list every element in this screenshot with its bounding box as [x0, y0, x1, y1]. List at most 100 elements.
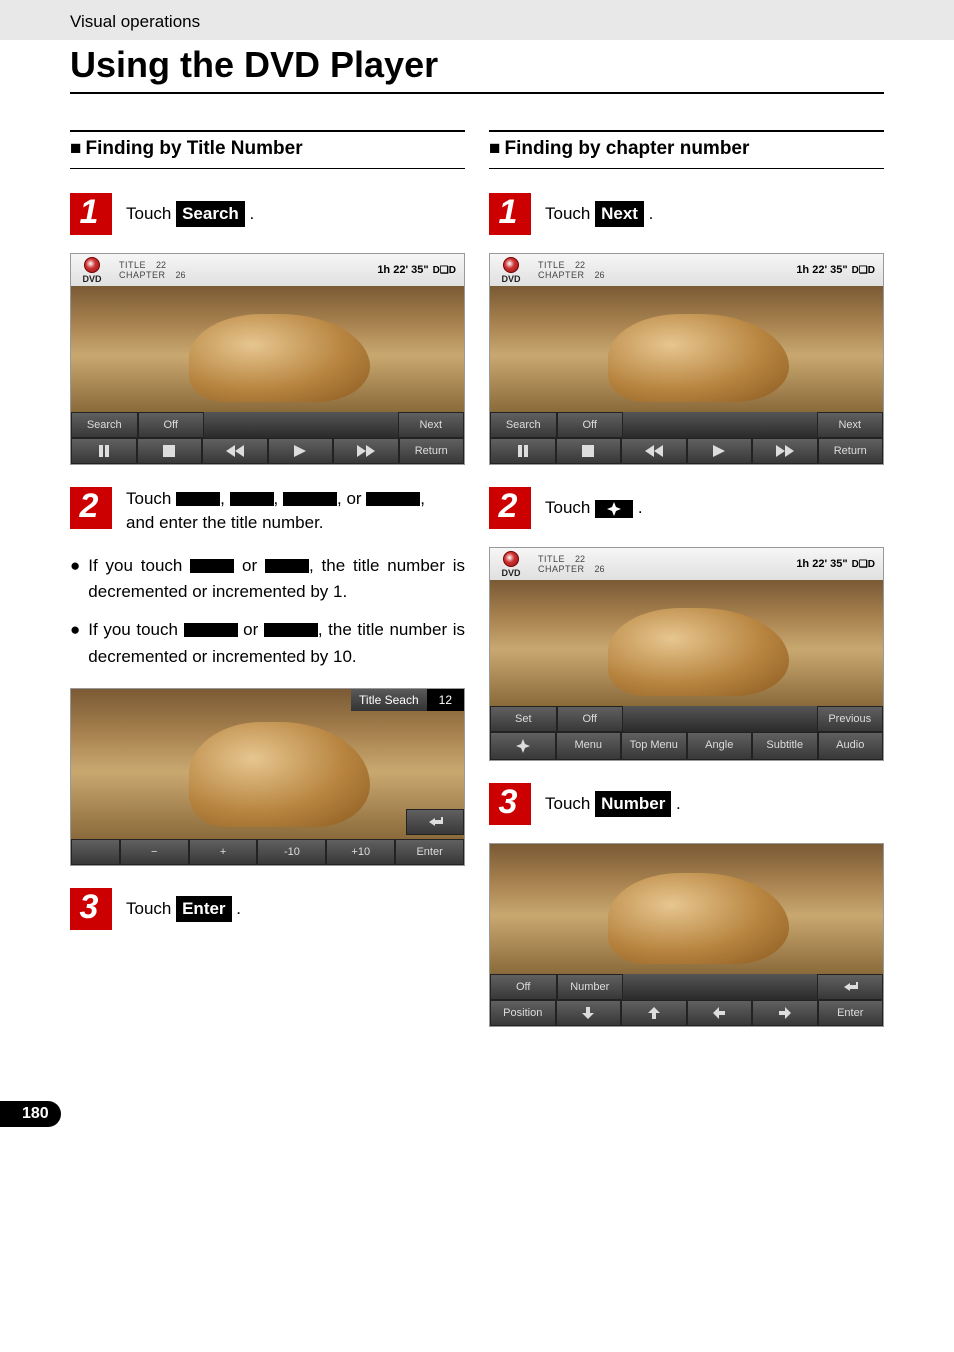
page-number: 180 [0, 1101, 61, 1127]
dvd-screenshot-title-search: Title Seach 12 − + -10 +10 Enter [70, 688, 465, 866]
blank-button-1 [176, 492, 220, 506]
text: . [671, 794, 680, 813]
screenshot-row-1: Search Off Next [490, 412, 883, 438]
text: , [274, 489, 283, 508]
text: Touch [545, 204, 595, 223]
menu-button[interactable]: Menu [556, 732, 622, 760]
top-right-info: 1h 22' 35" D❏D [377, 254, 464, 286]
up-button[interactable] [621, 1000, 687, 1026]
down-button[interactable] [556, 1000, 622, 1026]
screenshot-row-2: Return [490, 438, 883, 464]
right-step-3: 3 Touch Number . [489, 783, 884, 825]
stop-button[interactable] [137, 438, 203, 464]
right-column: ■ Finding by chapter number 1 Touch Next… [489, 130, 884, 1049]
page-footer: 180 [0, 1089, 954, 1147]
bullet-dot-icon: ● [70, 617, 80, 670]
off-button[interactable]: Off [490, 974, 557, 1000]
chapter-label: CHAPTER [538, 270, 585, 280]
pause-button[interactable] [490, 438, 556, 464]
text: , [420, 489, 425, 508]
minus-button[interactable]: − [120, 839, 189, 865]
video-subject [608, 873, 789, 964]
angle-button[interactable]: Angle [687, 732, 753, 760]
previous-button[interactable]: Previous [817, 706, 884, 732]
number-button[interactable]: Number [557, 974, 624, 1000]
page-content: Using the DVD Player ■ Finding by Title … [0, 44, 954, 1089]
right-step3-text: Touch Number . [545, 791, 681, 817]
next-button[interactable]: Next [817, 412, 884, 438]
blank-button-6 [265, 559, 309, 573]
stop-button[interactable] [556, 438, 622, 464]
title-label: TITLE [538, 554, 565, 564]
off-button[interactable]: Off [557, 706, 624, 732]
enter-button-label: Enter [176, 896, 231, 922]
position-button[interactable]: Position [490, 1000, 556, 1026]
video-frame [490, 580, 883, 706]
set-button[interactable]: Set [490, 706, 557, 732]
right-heading: ■ Finding by chapter number [489, 130, 884, 169]
next-button[interactable]: Next [398, 412, 465, 438]
spacer [623, 412, 817, 438]
disc-icon [84, 257, 100, 273]
play-button[interactable] [687, 438, 753, 464]
title-search-bar: Title Seach 12 [351, 689, 464, 711]
minus-10-button[interactable]: -10 [257, 839, 326, 865]
dvd-label: DVD [501, 568, 520, 578]
dpad-button[interactable] [490, 732, 556, 760]
search-button[interactable]: Search [71, 412, 138, 438]
subtitle-button[interactable]: Subtitle [752, 732, 818, 760]
rewind-button[interactable] [621, 438, 687, 464]
rewind-button[interactable] [202, 438, 268, 464]
enter-button[interactable]: Enter [818, 1000, 884, 1026]
video-frame [71, 286, 464, 412]
top-menu-button[interactable]: Top Menu [621, 732, 687, 760]
forward-button[interactable] [752, 438, 818, 464]
disc-icon [503, 257, 519, 273]
forward-button[interactable] [333, 438, 399, 464]
return-button[interactable]: Return [818, 438, 884, 464]
pause-button[interactable] [71, 438, 137, 464]
section-label: Visual operations [70, 12, 200, 31]
play-button[interactable] [268, 438, 334, 464]
chapter-value: 26 [595, 564, 605, 574]
two-column-layout: ■ Finding by Title Number 1 Touch Search… [70, 130, 884, 1049]
text: , [220, 489, 229, 508]
video-subject [189, 314, 370, 402]
dvd-badge: DVD [490, 548, 532, 580]
off-button[interactable]: Off [557, 412, 624, 438]
top-right-info: 1h 22' 35" D❏D [796, 254, 883, 286]
screenshot-row-1: Set Off Previous [490, 706, 883, 732]
chapter-label: CHAPTER [538, 564, 585, 574]
text: or [234, 556, 265, 575]
plus-button[interactable]: + [189, 839, 258, 865]
blank-button-8 [264, 623, 318, 637]
left-step2-text: Touch , , , or , and enter the title num… [126, 487, 425, 535]
dpad-button-label [595, 500, 633, 518]
title-value: 22 [575, 260, 585, 270]
plus-10-button[interactable]: +10 [326, 839, 395, 865]
dvd-screenshot-r3: Off Number Position Enter [489, 843, 884, 1027]
enter-button[interactable]: Enter [395, 839, 464, 865]
left-step1-text: Touch Search . [126, 201, 254, 227]
dvd-screenshot-r2: DVD TITLE22 CHAPTER26 1h 22' 35" D❏D 12:… [489, 547, 884, 761]
elapsed-time: 1h 22' 35" [796, 264, 847, 276]
search-button[interactable]: Search [490, 412, 557, 438]
left-step-1: 1 Touch Search . [70, 193, 465, 235]
dolby-icon: D❏D [852, 559, 875, 570]
text: Touch [126, 899, 176, 918]
text: and enter the title number. [126, 513, 324, 532]
bullet-2-text: If you touch or , the title number is de… [88, 617, 465, 670]
blank-button-7 [184, 623, 238, 637]
off-button[interactable]: Off [138, 412, 205, 438]
text: Touch [126, 204, 176, 223]
left-button[interactable] [687, 1000, 753, 1026]
step-number-2: 2 [70, 487, 112, 529]
left-heading: ■ Finding by Title Number [70, 130, 465, 169]
audio-button[interactable]: Audio [818, 732, 884, 760]
back-button[interactable] [817, 974, 884, 1000]
right-button[interactable] [752, 1000, 818, 1026]
screenshot-top-bar: DVD TITLE22 CHAPTER26 1h 22' 35" D❏D [490, 548, 883, 580]
back-button[interactable] [406, 809, 464, 835]
return-button[interactable]: Return [399, 438, 465, 464]
text: Touch [545, 498, 595, 517]
